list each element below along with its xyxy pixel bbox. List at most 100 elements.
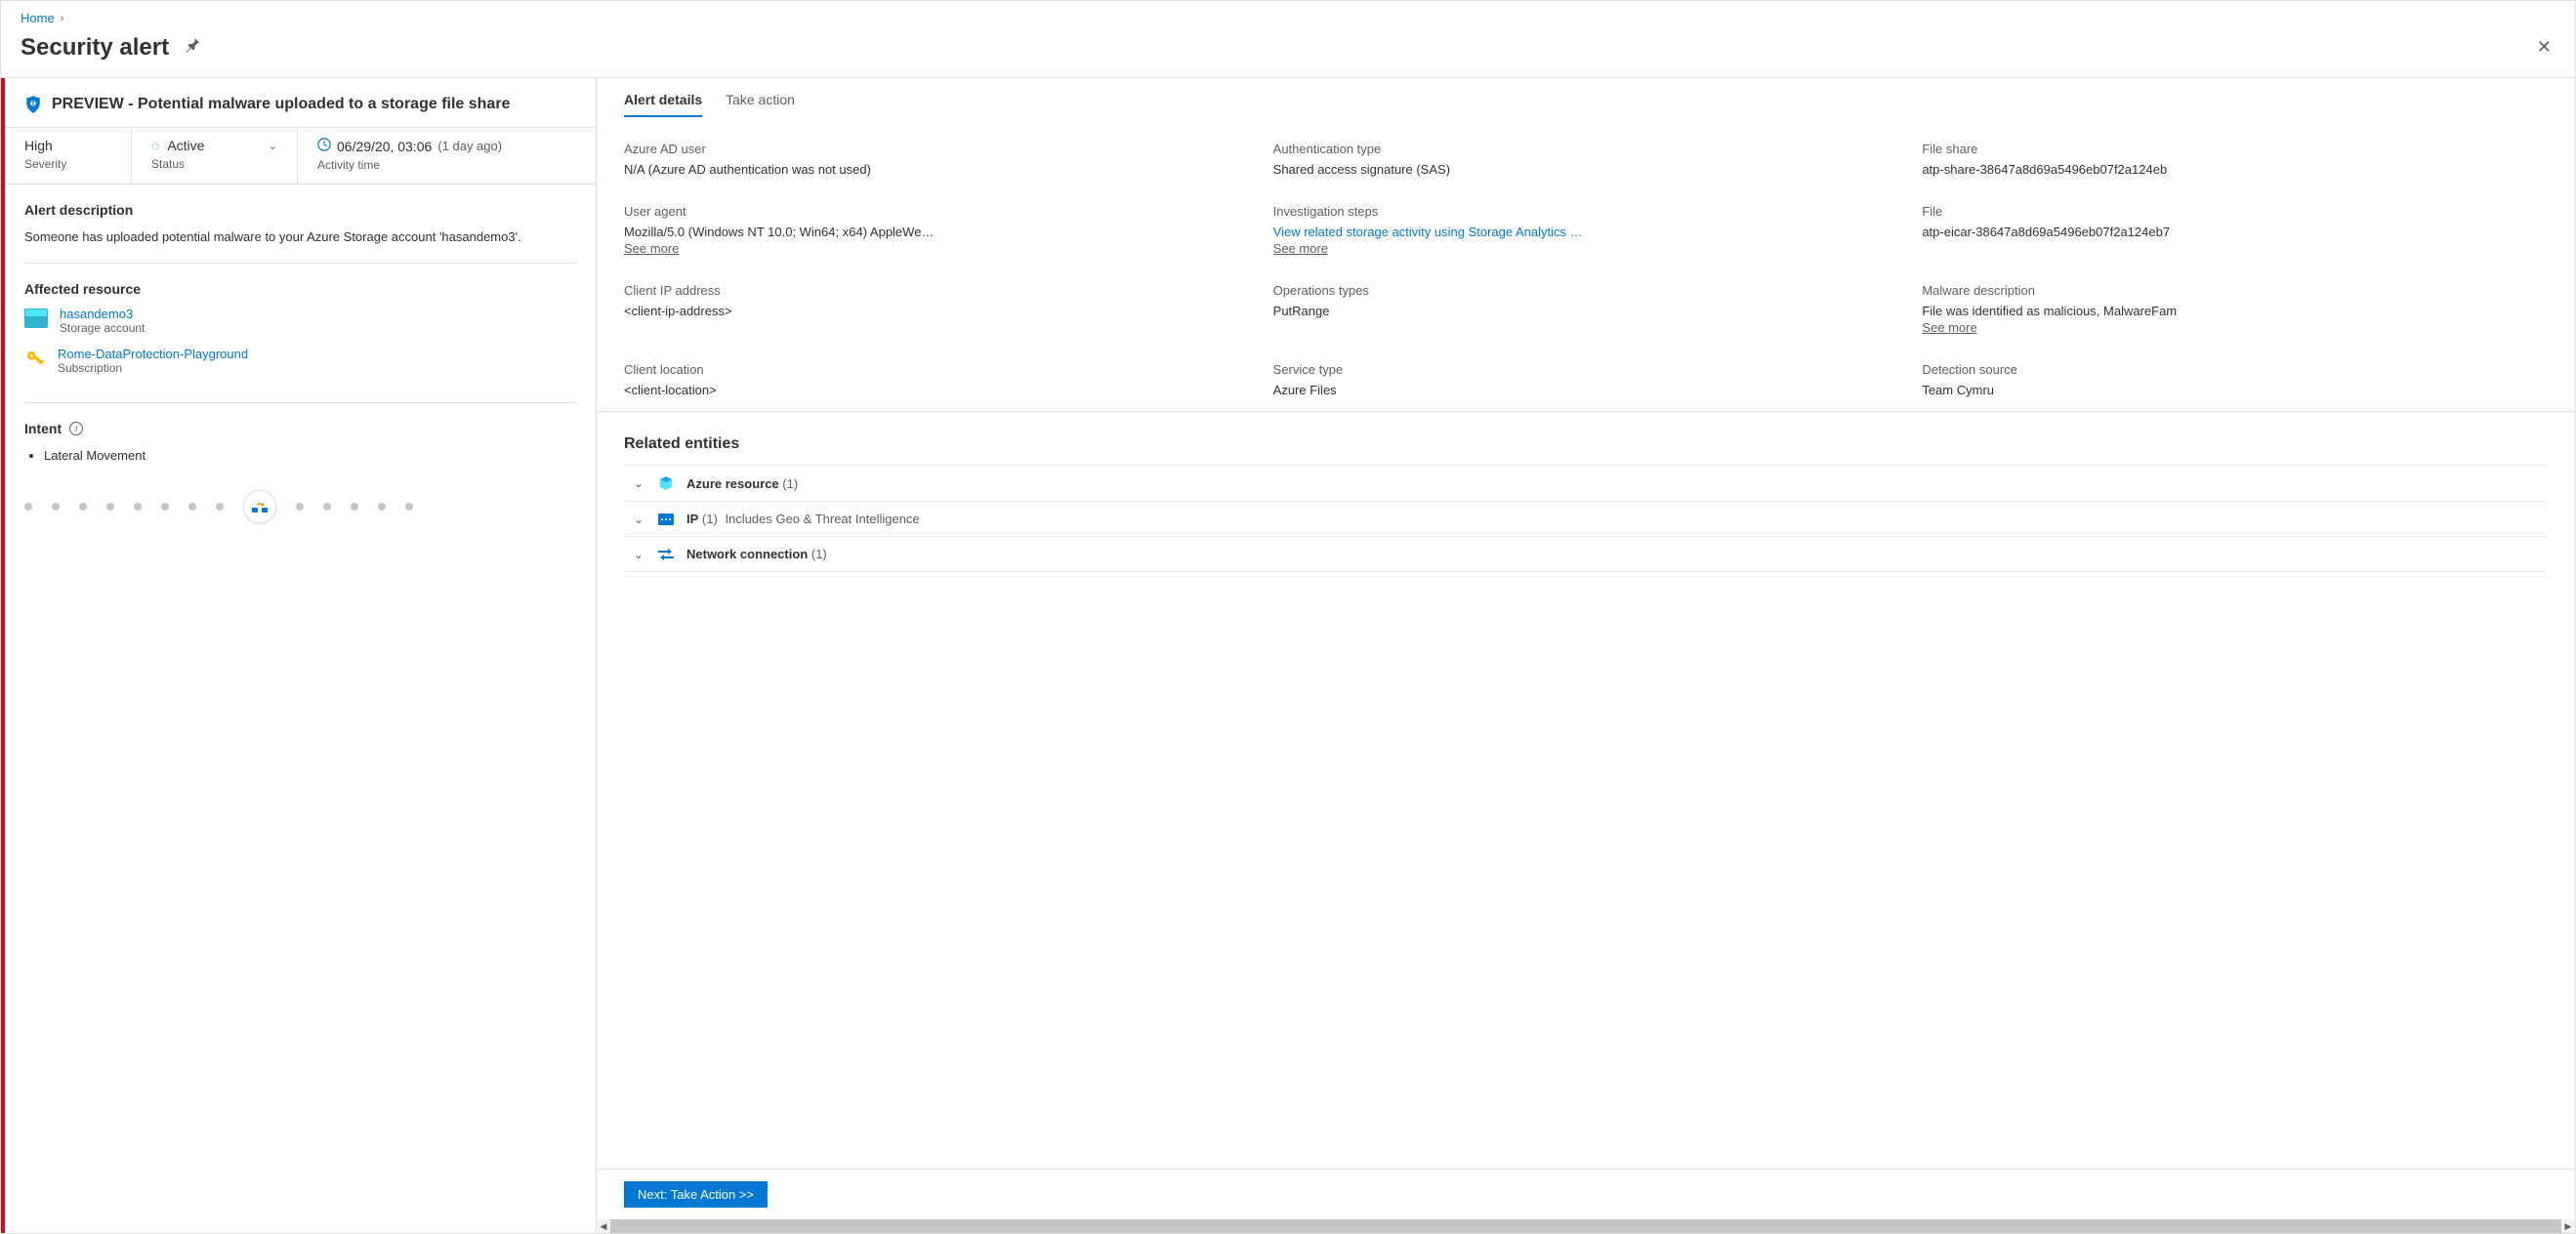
chevron-down-icon: ⌄: [632, 513, 645, 526]
see-more-useragent[interactable]: See more: [624, 241, 679, 256]
chevron-down-icon: ⌄: [632, 548, 645, 561]
detail-label-ops: Operations types: [1273, 283, 1899, 298]
clock-icon: [317, 138, 331, 154]
page-title: Security alert: [21, 34, 169, 62]
right-panel: Alert details Take action Azure AD user …: [597, 78, 2575, 1233]
subscription-type: Subscription: [58, 361, 248, 375]
entity-azure-resource[interactable]: ⌄ Azure resource (1): [624, 465, 2548, 501]
resource-subscription[interactable]: Rome-DataProtection-Playground Subscript…: [24, 347, 576, 375]
detail-label-clientloc: Client location: [624, 362, 1250, 377]
key-icon: [24, 349, 46, 370]
see-more-investigation[interactable]: See more: [1273, 241, 1328, 256]
kill-chain-dot: [216, 503, 224, 511]
entity-count: (1): [702, 512, 718, 526]
kill-chain-dot: [323, 503, 331, 511]
detail-label-investigation: Investigation steps: [1273, 204, 1899, 219]
detail-label-service: Service type: [1273, 362, 1899, 377]
detail-value-clientloc: <client-location>: [624, 383, 1250, 397]
detail-value-file: atp-eicar-38647a8d69a5496eb07f2a124eb7: [1922, 225, 2548, 239]
horizontal-scrollbar[interactable]: ◀ ▶: [597, 1219, 2575, 1233]
entity-name: IP: [686, 512, 698, 526]
entity-name: Network connection: [686, 547, 808, 561]
detail-value-detection: Team Cymru: [1922, 383, 2548, 397]
detail-label-auth: Authentication type: [1273, 142, 1899, 156]
pin-button[interactable]: [181, 33, 204, 62]
intent-title: Intent: [24, 421, 62, 436]
detail-value-azure-ad: N/A (Azure AD authentication was not use…: [624, 162, 1250, 177]
ip-icon: [657, 514, 675, 525]
close-icon: ✕: [2537, 37, 2552, 57]
kill-chain-dot: [24, 503, 32, 511]
detail-value-malware: File was identified as malicious, Malwar…: [1922, 304, 2548, 318]
detail-value-useragent: Mozilla/5.0 (Windows NT 10.0; Win64; x64…: [624, 225, 1250, 239]
detail-label-detection: Detection source: [1922, 362, 2548, 377]
kill-chain-dot: [106, 503, 114, 511]
alert-meta-row: High Severity ◌ Active ⌄ Status: [5, 128, 596, 185]
kill-chain-dot: [79, 503, 87, 511]
entities-title: Related entities: [624, 435, 2548, 453]
resource-storage[interactable]: hasandemo3 Storage account: [24, 307, 576, 335]
detail-value-ops: PutRange: [1273, 304, 1899, 318]
kill-chain-dot: [52, 503, 60, 511]
scroll-track[interactable]: [610, 1219, 2561, 1233]
resource-name: hasandemo3: [60, 307, 145, 321]
next-take-action-button[interactable]: Next: Take Action >>: [624, 1181, 768, 1208]
detail-label-file: File: [1922, 204, 2548, 219]
kill-chain-dot: [188, 503, 196, 511]
chevron-down-icon: ⌄: [632, 476, 645, 490]
kill-chain: [24, 482, 576, 531]
detail-label-clientip: Client IP address: [624, 283, 1250, 298]
breadcrumb: Home ›: [1, 1, 2575, 29]
description-title: Alert description: [24, 202, 576, 218]
left-panel: PREVIEW - Potential malware uploaded to …: [1, 78, 597, 1233]
detail-label-useragent: User agent: [624, 204, 1250, 219]
scroll-left-icon[interactable]: ◀: [597, 1219, 610, 1233]
entity-ip[interactable]: ⌄ IP (1) Includes Geo & Threat Intellige…: [624, 501, 2548, 536]
shield-icon: [24, 96, 42, 113]
resource-type: Storage account: [60, 321, 145, 335]
entity-count: (1): [811, 547, 827, 561]
entity-subtext: Includes Geo & Threat Intelligence: [725, 512, 919, 526]
kill-chain-dot: [378, 503, 386, 511]
investigation-link[interactable]: View related storage activity using Stor…: [1273, 225, 1899, 239]
kill-chain-dot: [134, 503, 142, 511]
kill-chain-dot: [351, 503, 358, 511]
status-dropdown[interactable]: ◌ Active ⌄ Status: [132, 128, 298, 184]
subscription-name: Rome-DataProtection-Playground: [58, 347, 248, 361]
activity-time-label: Activity time: [317, 158, 576, 172]
tab-alert-details[interactable]: Alert details: [624, 92, 702, 117]
close-button[interactable]: ✕: [2533, 33, 2555, 62]
activity-time-ago: (1 day ago): [437, 139, 502, 153]
kill-chain-dot: [296, 503, 304, 511]
breadcrumb-home[interactable]: Home: [21, 11, 55, 25]
kill-chain-dot: [161, 503, 169, 511]
kill-chain-active[interactable]: [243, 490, 276, 523]
detail-value-auth: Shared access signature (SAS): [1273, 162, 1899, 177]
scroll-right-icon[interactable]: ▶: [2561, 1219, 2575, 1233]
entity-network[interactable]: ⌄ Network connection (1): [624, 536, 2548, 572]
severity-value: High: [24, 138, 111, 153]
description-text: Someone has uploaded potential malware t…: [24, 227, 576, 247]
see-more-malware[interactable]: See more: [1922, 320, 1976, 335]
entity-count: (1): [782, 476, 798, 491]
cube-icon: [657, 475, 675, 491]
affected-title: Affected resource: [24, 281, 576, 297]
activity-time-value: 06/29/20, 03:06: [337, 139, 432, 154]
detail-label-fileshare: File share: [1922, 142, 2548, 156]
chevron-down-icon: ⌄: [269, 140, 277, 152]
detail-label-azure-ad: Azure AD user: [624, 142, 1250, 156]
network-icon: [657, 548, 675, 561]
detail-value-fileshare: atp-share-38647a8d69a5496eb07f2a124eb: [1922, 162, 2548, 177]
status-label: Status: [151, 157, 277, 171]
lateral-movement-icon: [250, 497, 270, 516]
chevron-right-icon: ›: [61, 13, 64, 24]
tabs: Alert details Take action: [597, 78, 2575, 118]
tab-take-action[interactable]: Take action: [726, 92, 795, 117]
intent-item: Lateral Movement: [44, 448, 576, 463]
detail-label-malware: Malware description: [1922, 283, 2548, 298]
detail-value-clientip: <client-ip-address>: [624, 304, 1250, 318]
severity-label: Severity: [24, 157, 111, 171]
alert-title: PREVIEW - Potential malware uploaded to …: [52, 96, 510, 113]
info-icon[interactable]: i: [69, 422, 83, 435]
spinner-icon: ◌: [151, 138, 159, 153]
